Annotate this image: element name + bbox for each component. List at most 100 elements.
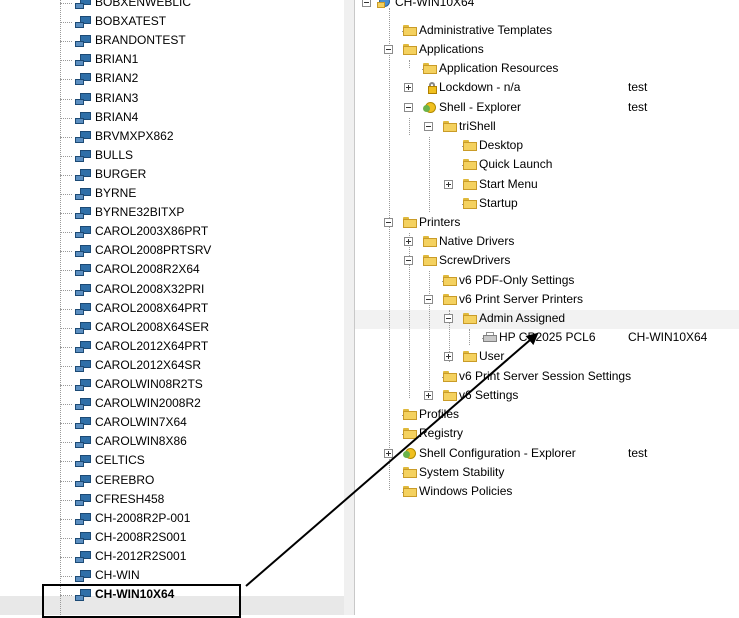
settings-tree-pane[interactable]: CH-WIN10X64 Administrative Templates Appl… <box>355 0 739 615</box>
computer-icon <box>75 73 91 86</box>
collapse-icon[interactable] <box>424 122 433 131</box>
computer-list-item[interactable]: CH-2008R2P-001 <box>0 509 344 528</box>
computer-icon <box>75 359 91 372</box>
tree-node-label: Administrative Templates <box>419 23 553 37</box>
computer-list-item[interactable]: CH-2012R2S001 <box>0 547 344 566</box>
folder-icon <box>463 198 477 209</box>
computer-list-item[interactable]: CAROL2003X86PRT <box>0 222 344 241</box>
folder-icon <box>403 467 417 478</box>
tree-node-admin-templates[interactable]: Administrative Templates <box>355 21 739 40</box>
tree-node-user[interactable]: User <box>355 347 739 366</box>
expand-icon[interactable] <box>424 391 433 400</box>
tree-node-native-drivers[interactable]: Native Drivers <box>355 232 739 251</box>
pane-splitter[interactable] <box>344 0 355 615</box>
tree-node-desktop[interactable]: Desktop <box>355 136 739 155</box>
computer-name: CAROL2008X64PRT <box>95 300 209 315</box>
computer-icon <box>75 283 91 296</box>
computer-list-item[interactable]: CAROLWIN8X86 <box>0 432 344 451</box>
computer-list-item[interactable]: CELTICS <box>0 451 344 470</box>
tree-node-registry[interactable]: Registry <box>355 424 739 443</box>
computer-list-item[interactable]: BOBXENWEBLIC <box>0 0 344 12</box>
computer-list-item[interactable]: BRIAN2 <box>0 69 344 88</box>
tree-connector <box>60 461 72 463</box>
tree-node-quick-launch[interactable]: Quick Launch <box>355 155 739 174</box>
tree-node-lockdown[interactable]: Lockdown - n/a test <box>355 78 739 97</box>
tree-node-label: v6 Print Server Printers <box>459 292 584 306</box>
expand-icon[interactable] <box>444 352 453 361</box>
tree-node-shell-config[interactable]: Shell Configuration - Explorer test <box>355 444 739 463</box>
computer-list-item[interactable]: BYRNE32BITXP <box>0 203 344 222</box>
tree-node-applications[interactable]: Applications <box>355 40 739 59</box>
folder-icon <box>403 409 417 420</box>
computer-list-item[interactable]: BURGER <box>0 165 344 184</box>
node-icon-wrap <box>461 198 477 210</box>
tree-node-system-stability[interactable]: System Stability <box>355 463 739 482</box>
computer-list-item[interactable]: CAROL2008PRTSRV <box>0 241 344 260</box>
collapse-icon[interactable] <box>384 45 393 54</box>
computer-list-item[interactable]: CAROL2008X64SER <box>0 318 344 337</box>
computer-list-item[interactable]: CEREBRO <box>0 471 344 490</box>
computer-list-item[interactable]: CAROLWIN7X64 <box>0 413 344 432</box>
tree-node-v6-pdf[interactable]: v6 PDF-Only Settings <box>355 271 739 290</box>
collapse-icon[interactable] <box>404 256 413 265</box>
computer-name: CELTICS <box>95 453 145 468</box>
tree-node-shell-explorer[interactable]: Shell - Explorer test <box>355 98 739 117</box>
computer-list-item[interactable]: CAROLWIN2008R2 <box>0 394 344 413</box>
collapse-icon[interactable] <box>404 103 413 112</box>
computer-list-item[interactable]: BRVMXPX862 <box>0 127 344 146</box>
node-icon-wrap <box>401 486 417 498</box>
folder-icon <box>423 255 437 266</box>
computer-name: BRIAN2 <box>95 71 139 86</box>
computer-icon <box>75 130 91 143</box>
collapse-icon[interactable] <box>444 314 453 323</box>
expand-icon[interactable] <box>444 180 453 189</box>
folder-icon <box>443 121 457 132</box>
tree-node-start-menu[interactable]: Start Menu <box>355 175 739 194</box>
expand-icon[interactable] <box>404 83 413 92</box>
computer-list-item[interactable]: BRIAN4 <box>0 108 344 127</box>
lock-icon <box>423 82 437 94</box>
computer-list-item[interactable]: BOBXATEST <box>0 12 344 31</box>
computer-name: BURGER <box>95 166 147 181</box>
computer-list-item[interactable]: BRIAN3 <box>0 89 344 108</box>
collapse-icon[interactable] <box>384 218 393 227</box>
tree-node-printers[interactable]: Printers <box>355 213 739 232</box>
tree-node-profiles[interactable]: Profiles <box>355 405 739 424</box>
computer-list-item[interactable]: CAROL2008X32PRI <box>0 280 344 299</box>
computer-name: CAROL2012X64SR <box>95 357 202 372</box>
computer-list-item[interactable]: CFRESH458 <box>0 490 344 509</box>
computer-list-item[interactable]: CAROL2008R2X64 <box>0 260 344 279</box>
tree-node-startup[interactable]: Startup <box>355 194 739 213</box>
tree-node-v6-print-server[interactable]: v6 Print Server Printers <box>355 290 739 309</box>
tree-node-label: Applications <box>419 42 484 56</box>
expand-icon[interactable] <box>404 237 413 246</box>
computer-list-item[interactable]: BRIAN1 <box>0 50 344 69</box>
computer-list-item[interactable]: BRANDONTEST <box>0 31 344 50</box>
tree-node-admin-assigned[interactable]: Admin Assigned <box>355 309 739 328</box>
tree-node-assignee: test <box>628 446 648 460</box>
computer-list-item[interactable]: CAROL2012X64SR <box>0 356 344 375</box>
collapse-icon[interactable] <box>362 0 371 7</box>
expand-icon[interactable] <box>384 449 393 458</box>
computer-list-pane[interactable]: BOBXENWEBLIC BOBXATEST BRANDONTEST BRIAN1 BR… <box>0 0 345 615</box>
tree-node-v6-session[interactable]: v6 Print Server Session Settings <box>355 367 739 386</box>
tree-node-hp-printer[interactable]: HP CP2025 PCL6 CH-WIN10X64 <box>355 328 739 347</box>
tree-node-trishell[interactable]: triShell <box>355 117 739 136</box>
computer-icon <box>75 149 91 162</box>
computer-list-item[interactable]: CAROL2008X64PRT <box>0 299 344 318</box>
tree-root[interactable]: CH-WIN10X64 <box>355 0 739 12</box>
tree-node-windows-policies[interactable]: Windows Policies <box>355 482 739 501</box>
computer-list-item[interactable]: CH-2008R2S001 <box>0 528 344 547</box>
computer-list-item[interactable]: CAROL2012X64PRT <box>0 337 344 356</box>
computer-list-item[interactable]: CH-WIN <box>0 566 344 585</box>
computer-icon <box>75 550 91 563</box>
computer-list-item[interactable]: BYRNE <box>0 184 344 203</box>
tree-node-v6-settings[interactable]: v6 Settings <box>355 386 739 405</box>
computer-list-item[interactable]: CAROLWIN08R2TS <box>0 375 344 394</box>
tree-node-screwdrivers[interactable]: ScrewDrivers <box>355 251 739 270</box>
computer-list-item[interactable]: BULLS <box>0 146 344 165</box>
tree-connector <box>60 60 72 62</box>
collapse-icon[interactable] <box>424 295 433 304</box>
tree-node-label: Registry <box>419 426 464 440</box>
tree-node-app-resources[interactable]: Application Resources <box>355 59 739 78</box>
